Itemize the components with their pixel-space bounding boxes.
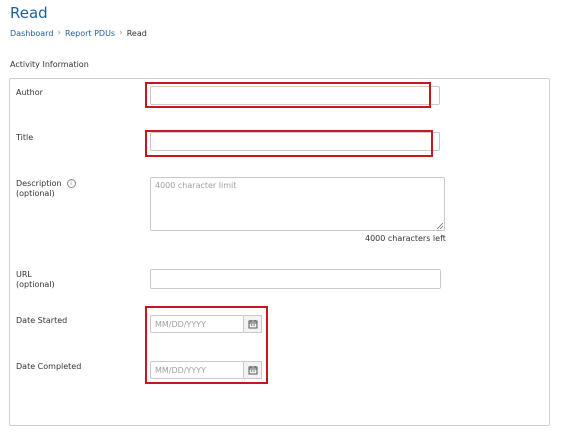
page-title: Read — [10, 4, 48, 22]
date-started-label: Date Started — [16, 316, 68, 325]
title-highlight-box — [145, 130, 433, 157]
section-title: Activity Information — [10, 60, 89, 69]
description-label: Description i (optional) — [16, 179, 76, 199]
breadcrumb-link-dashboard[interactable]: Dashboard — [10, 29, 53, 38]
dates-highlight-box — [145, 306, 268, 384]
chevron-right-icon: › — [119, 28, 123, 38]
author-label: Author — [16, 88, 43, 97]
title-label: Title — [16, 133, 34, 142]
url-label-text: URL — [16, 270, 32, 279]
url-optional-label: (optional) — [16, 280, 55, 289]
url-label: URL (optional) — [16, 270, 55, 290]
description-label-text: Description — [16, 179, 62, 188]
breadcrumb: Dashboard › Report PDUs › Read — [10, 28, 147, 38]
breadcrumb-current: Read — [126, 28, 147, 38]
author-highlight-box — [145, 82, 431, 108]
resize-grip-icon[interactable] — [437, 223, 443, 229]
breadcrumb-link-report-pdus[interactable]: Report PDUs — [65, 29, 115, 38]
url-input[interactable] — [150, 269, 441, 289]
characters-left-counter: 4000 characters left — [365, 234, 446, 243]
info-circle-icon[interactable]: i — [66, 179, 76, 188]
description-textarea[interactable] — [150, 177, 445, 231]
chevron-right-icon: › — [57, 28, 62, 38]
date-completed-label: Date Completed — [16, 362, 82, 371]
description-optional-label: (optional) — [16, 189, 55, 198]
